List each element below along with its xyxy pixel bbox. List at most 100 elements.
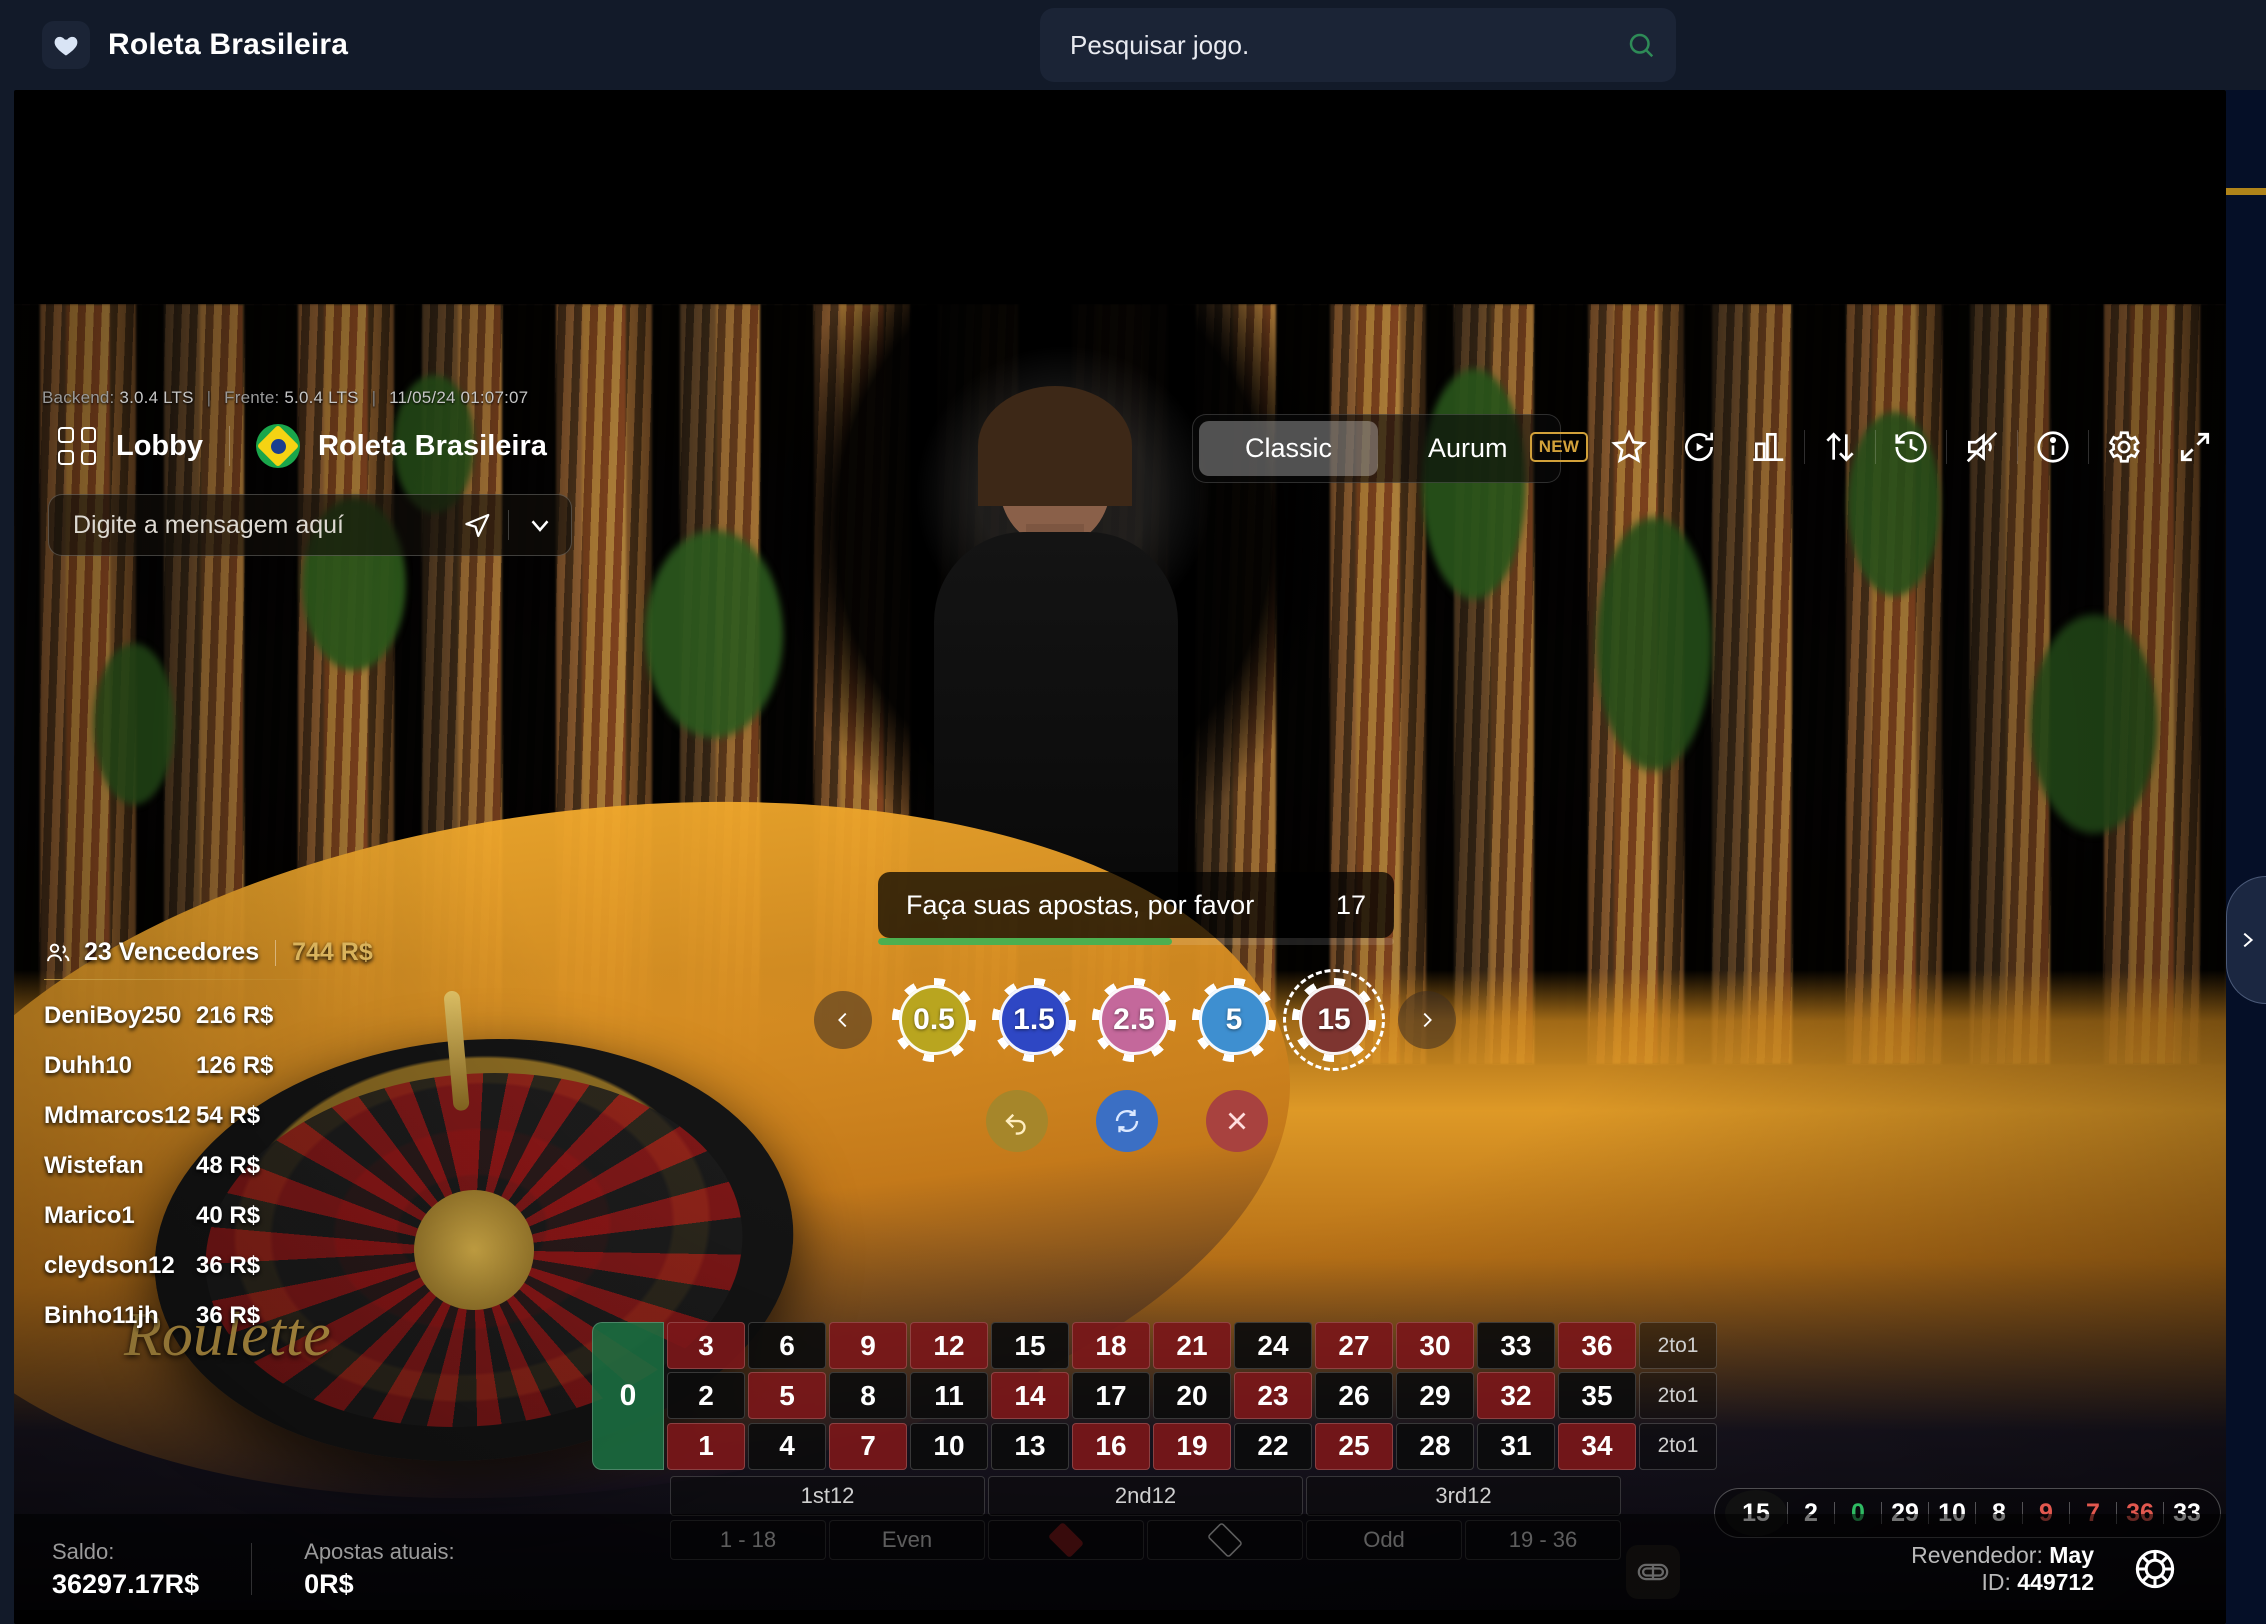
status-message-bar: Faça suas apostas, por favor 17 (878, 872, 1394, 938)
bet-cell-8[interactable]: 8 (829, 1372, 907, 1420)
replay-icon[interactable] (1664, 416, 1734, 478)
search-input[interactable] (1040, 29, 1606, 61)
game-title: Roleta Brasileira (318, 429, 547, 462)
winners-list: DeniBoy250 216 R$ Duhh10 126 R$ Mdmarcos12 54… (44, 1002, 374, 1330)
repeat-button[interactable] (1096, 1090, 1158, 1152)
bet-cell-1[interactable]: 1 (667, 1422, 745, 1470)
timer-progress-bar (878, 938, 1394, 945)
chip-15[interactable]: 15 (1283, 969, 1385, 1071)
fullscreen-icon[interactable] (2160, 416, 2226, 478)
bet-cell-10[interactable]: 10 (910, 1422, 988, 1470)
favorite-star-icon[interactable] (1594, 416, 1664, 478)
chip-5[interactable]: 5 (1192, 978, 1276, 1062)
bet-cell-31[interactable]: 31 (1477, 1422, 1555, 1470)
bet-cell-2[interactable]: 2 (667, 1372, 745, 1420)
bet-cell-15[interactable]: 15 (991, 1322, 1069, 1369)
chevron-down-icon[interactable] (509, 494, 571, 556)
casino-chip-icon[interactable] (2132, 1546, 2178, 1592)
bet-cell-11[interactable]: 11 (910, 1372, 988, 1420)
bet-cell-21[interactable]: 21 (1153, 1322, 1231, 1369)
winner-amount: 126 R$ (196, 1052, 274, 1079)
current-bets-block: Apostas atuais: 0R$ (304, 1539, 454, 1600)
close-icon (1228, 1112, 1246, 1130)
bet-dozen-1st12[interactable]: 1st12 (670, 1476, 985, 1516)
bet-cell-35[interactable]: 35 (1558, 1372, 1636, 1420)
tab-classic[interactable]: Classic (1199, 421, 1379, 476)
chip-0.5[interactable]: 0.5 (892, 978, 976, 1062)
send-icon[interactable] (446, 494, 508, 556)
chip-label: 5 (1225, 1003, 1243, 1036)
backend-value: 3.0.4 LTS (119, 388, 194, 407)
chip-2.5[interactable]: 2.5 (1092, 978, 1176, 1062)
heart-icon[interactable] (42, 21, 90, 69)
winners-divider (44, 979, 344, 980)
history-clock-icon[interactable] (1876, 416, 1946, 478)
right-side-panel (2226, 90, 2266, 1624)
balance-value: 36297.17R$ (52, 1568, 200, 1599)
winner-amount: 54 R$ (196, 1102, 261, 1129)
bet-cell-9[interactable]: 9 (829, 1322, 907, 1369)
bet-cell-16[interactable]: 16 (1072, 1422, 1150, 1470)
panel-expand-tab[interactable] (2226, 876, 2266, 1004)
bet-column-2[interactable]: 2to1 (1639, 1372, 1717, 1420)
bet-cell-7[interactable]: 7 (829, 1422, 907, 1470)
header-divider (229, 426, 230, 466)
undo-icon (1005, 1113, 1026, 1135)
winner-amount: 216 R$ (196, 1002, 274, 1029)
bet-cell-zero[interactable]: 0 (592, 1322, 664, 1470)
bet-cell-33[interactable]: 33 (1477, 1322, 1555, 1369)
bet-cell-5[interactable]: 5 (748, 1372, 826, 1420)
bet-cell-30[interactable]: 30 (1396, 1322, 1474, 1369)
winner-amount: 36 R$ (196, 1252, 261, 1279)
bet-cell-23[interactable]: 23 (1234, 1372, 1312, 1420)
search-bar[interactable] (1040, 8, 1676, 82)
bet-cell-22[interactable]: 22 (1234, 1422, 1312, 1470)
winner-row: DeniBoy250 216 R$ (44, 1002, 374, 1030)
dealer-id: 449712 (2017, 1569, 2094, 1595)
clear-button[interactable] (1206, 1090, 1268, 1152)
bet-dozen-3rd12[interactable]: 3rd12 (1306, 1476, 1621, 1516)
bet-cell-14[interactable]: 14 (991, 1372, 1069, 1420)
winner-name: Marico1 (44, 1202, 135, 1229)
bet-cell-12[interactable]: 12 (910, 1322, 988, 1369)
search-icon[interactable] (1606, 8, 1676, 82)
bet-cell-3[interactable]: 3 (667, 1322, 745, 1369)
bet-column-3[interactable]: 2to1 (1639, 1422, 1717, 1470)
bet-cell-13[interactable]: 13 (991, 1422, 1069, 1470)
top-bar: Roleta Brasileira (0, 0, 2266, 90)
undo-button[interactable] (986, 1090, 1048, 1152)
bet-cell-17[interactable]: 17 (1072, 1372, 1150, 1420)
bet-cell-36[interactable]: 36 (1558, 1322, 1636, 1369)
mode-toggle: Classic Aurum (1192, 414, 1561, 483)
bet-cell-4[interactable]: 4 (748, 1422, 826, 1470)
game-header: Lobby Roleta Brasileira Classic Aurum NE… (14, 408, 2226, 484)
bet-cell-28[interactable]: 28 (1396, 1422, 1474, 1470)
brand: Roleta Brasileira (42, 21, 348, 69)
bet-cell-25[interactable]: 25 (1315, 1422, 1393, 1470)
lobby-button[interactable]: Lobby (58, 427, 203, 465)
bet-dozen-2nd12[interactable]: 2nd12 (988, 1476, 1303, 1516)
bet-cell-19[interactable]: 19 (1153, 1422, 1231, 1470)
bet-cell-18[interactable]: 18 (1072, 1322, 1150, 1369)
chat-message-input[interactable] (49, 510, 446, 540)
sort-icon[interactable] (1805, 416, 1875, 478)
settings-gear-icon[interactable] (2089, 416, 2159, 478)
chat-input-bar[interactable] (48, 494, 572, 556)
statistics-icon[interactable] (1734, 416, 1804, 478)
bet-cell-6[interactable]: 6 (748, 1322, 826, 1369)
bet-cell-20[interactable]: 20 (1153, 1372, 1231, 1420)
winners-header: 23 Vencedores 744 R$ (44, 938, 374, 967)
chips-next-button[interactable] (1398, 991, 1456, 1049)
sound-muted-icon[interactable] (1947, 416, 2017, 478)
bet-cell-24[interactable]: 24 (1234, 1322, 1312, 1369)
bet-column-1[interactable]: 2to1 (1639, 1322, 1717, 1369)
chips-prev-button[interactable] (814, 991, 872, 1049)
bet-cell-34[interactable]: 34 (1558, 1422, 1636, 1470)
chip-1.5[interactable]: 1.5 (992, 978, 1076, 1062)
bet-cell-32[interactable]: 32 (1477, 1372, 1555, 1420)
bet-cell-26[interactable]: 26 (1315, 1372, 1393, 1420)
new-badge[interactable]: NEW (1524, 416, 1594, 478)
info-icon[interactable] (2018, 416, 2088, 478)
bet-cell-27[interactable]: 27 (1315, 1322, 1393, 1369)
bet-cell-29[interactable]: 29 (1396, 1372, 1474, 1420)
